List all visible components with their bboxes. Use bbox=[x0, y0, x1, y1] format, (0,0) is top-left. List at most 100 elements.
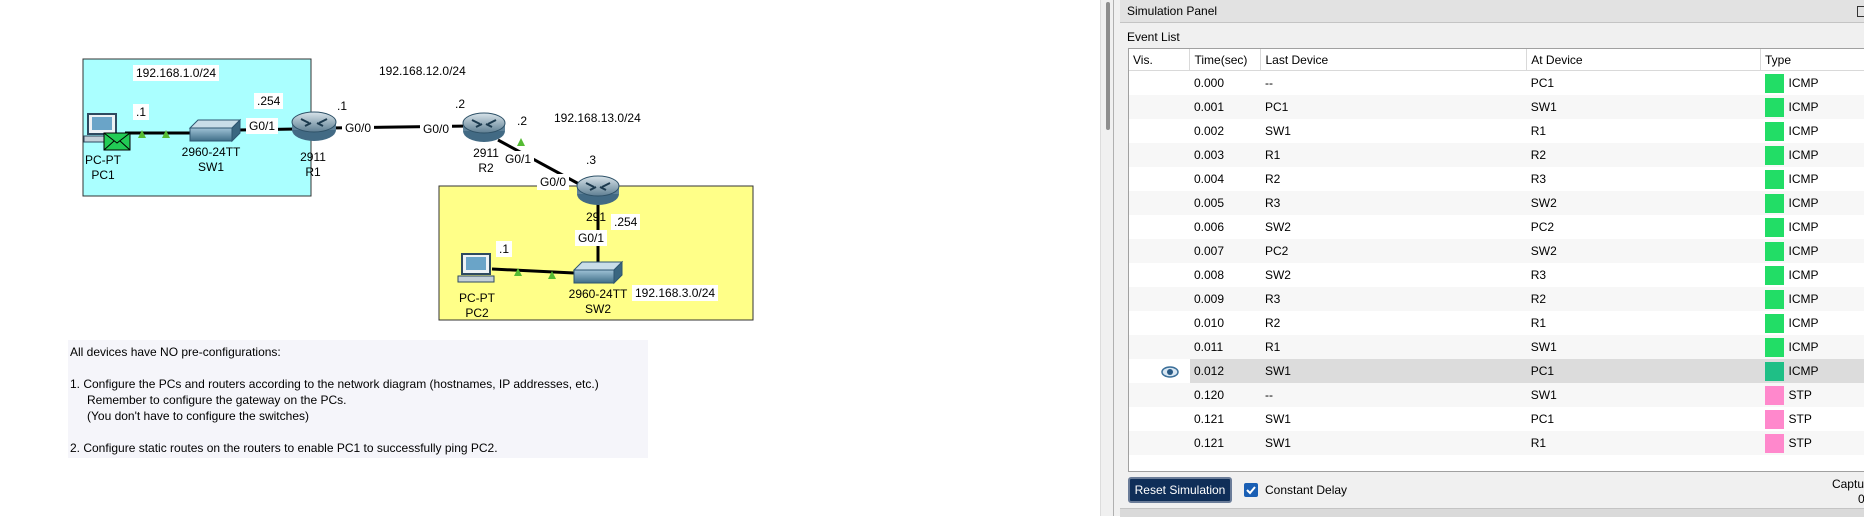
event-visibility-cell[interactable] bbox=[1129, 215, 1190, 239]
r2-router-icon[interactable] bbox=[462, 112, 506, 142]
column-header-vis[interactable]: Vis. bbox=[1129, 49, 1191, 71]
event-row[interactable]: 0.011 R1 SW1 ICMP bbox=[1129, 335, 1864, 359]
event-row[interactable]: 0.008 SW2 R3 ICMP bbox=[1129, 263, 1864, 287]
event-color-swatch[interactable] bbox=[1764, 193, 1784, 213]
event-row[interactable]: 0.121 SW1 R1 STP bbox=[1129, 431, 1864, 455]
event-type-cell: ICMP bbox=[1761, 119, 1864, 143]
event-color-swatch[interactable] bbox=[1764, 241, 1784, 261]
event-last-device: -- bbox=[1264, 76, 1273, 90]
event-visibility-cell[interactable] bbox=[1129, 407, 1190, 431]
event-visibility-cell[interactable] bbox=[1129, 431, 1190, 455]
event-type-cell: ICMP bbox=[1760, 191, 1864, 215]
event-visibility-cell[interactable] bbox=[1129, 191, 1190, 215]
event-color-swatch[interactable] bbox=[1764, 361, 1784, 381]
event-color-swatch[interactable] bbox=[1764, 217, 1784, 237]
pc1-name: PC1 bbox=[91, 168, 115, 182]
event-row[interactable]: 0.003 R1 R2 ICMP bbox=[1129, 143, 1864, 167]
event-last-device: SW1 bbox=[1260, 431, 1527, 455]
event-visibility-cell[interactable] bbox=[1129, 263, 1190, 287]
r3-router-icon[interactable] bbox=[576, 175, 620, 205]
event-type-cell: ICMP bbox=[1760, 335, 1864, 359]
event-type-cell: ICMP bbox=[1761, 71, 1864, 96]
event-color-swatch[interactable] bbox=[1764, 73, 1784, 93]
column-header-time[interactable]: Time(sec) bbox=[1189, 49, 1262, 71]
event-visibility-cell[interactable] bbox=[1129, 359, 1190, 383]
event-type: ICMP bbox=[1788, 76, 1819, 90]
scrollbar-thumb[interactable] bbox=[1106, 2, 1110, 130]
event-last-device: R3 bbox=[1260, 287, 1527, 311]
event-color-swatch[interactable] bbox=[1764, 433, 1784, 453]
event-color-swatch[interactable] bbox=[1764, 145, 1784, 165]
event-color-swatch[interactable] bbox=[1764, 313, 1784, 333]
pc2-icon[interactable] bbox=[457, 253, 495, 283]
event-visibility-cell[interactable] bbox=[1129, 71, 1190, 96]
event-visibility-cell[interactable] bbox=[1129, 335, 1190, 359]
event-color-swatch[interactable] bbox=[1764, 169, 1784, 189]
event-type: ICMP bbox=[1788, 316, 1819, 330]
event-visibility-cell[interactable] bbox=[1129, 383, 1190, 407]
event-type-cell: ICMP bbox=[1761, 263, 1864, 287]
event-time: 0.120 bbox=[1189, 383, 1261, 407]
constant-delay-label[interactable]: Constant Delay bbox=[1265, 483, 1347, 497]
event-at-device: R3 bbox=[1530, 268, 1547, 282]
event-type-cell: ICMP bbox=[1761, 215, 1864, 239]
event-visibility-cell[interactable] bbox=[1129, 95, 1190, 119]
sw1-icon[interactable] bbox=[188, 118, 242, 143]
event-row[interactable]: 0.002 SW1 R1 ICMP bbox=[1129, 119, 1864, 143]
event-last-device: R1 bbox=[1260, 335, 1527, 359]
event-last-device: SW2 bbox=[1264, 220, 1291, 234]
event-row[interactable]: 0.004 R2 R3 ICMP bbox=[1129, 167, 1864, 191]
event-last-device: SW1 bbox=[1260, 359, 1527, 383]
event-type: ICMP bbox=[1788, 268, 1819, 282]
event-last-device: PC2 bbox=[1260, 239, 1527, 263]
event-visibility-cell[interactable] bbox=[1129, 239, 1190, 263]
event-at-device: PC1 bbox=[1530, 76, 1555, 90]
event-visibility-cell[interactable] bbox=[1129, 143, 1190, 167]
event-color-swatch[interactable] bbox=[1764, 409, 1784, 429]
event-type: ICMP bbox=[1788, 220, 1819, 234]
column-header-at-device[interactable]: At Device bbox=[1526, 49, 1762, 71]
event-row[interactable]: 0.005 R3 SW2 ICMP bbox=[1129, 191, 1864, 215]
panel-divider[interactable] bbox=[1113, 0, 1114, 516]
event-row[interactable]: 0.000 -- PC1 ICMP bbox=[1129, 71, 1864, 96]
event-row[interactable]: 0.121 SW1 PC1 STP bbox=[1129, 407, 1864, 431]
column-header-type[interactable]: Type bbox=[1760, 49, 1864, 71]
event-row[interactable]: 0.006 SW2 PC2 ICMP bbox=[1129, 215, 1864, 239]
undock-icon[interactable] bbox=[1857, 6, 1864, 17]
link12-network-label: 192.168.12.0/24 bbox=[376, 63, 469, 79]
event-time: 0.000 bbox=[1193, 76, 1225, 90]
instructions-note[interactable]: All devices have NO pre-configurations: … bbox=[68, 340, 648, 458]
constant-delay-checkbox[interactable] bbox=[1244, 483, 1258, 497]
event-row[interactable]: 0.001 PC1 SW1 ICMP bbox=[1129, 95, 1864, 119]
topology-canvas[interactable] bbox=[0, 0, 1100, 340]
event-list-title: Event List bbox=[1127, 30, 1180, 44]
column-header-last-device[interactable]: Last Device bbox=[1260, 49, 1528, 71]
event-color-swatch[interactable] bbox=[1764, 385, 1784, 405]
eye-icon[interactable] bbox=[1161, 366, 1179, 378]
event-row[interactable]: 0.009 R3 R2 ICMP bbox=[1129, 287, 1864, 311]
simulation-panel: Simulation Panel Event List Vis. Time(se… bbox=[1120, 0, 1864, 517]
event-at-device: SW1 bbox=[1526, 383, 1761, 407]
event-visibility-cell[interactable] bbox=[1129, 287, 1190, 311]
event-color-swatch[interactable] bbox=[1764, 265, 1784, 285]
event-visibility-cell[interactable] bbox=[1129, 311, 1190, 335]
envelope-icon[interactable] bbox=[103, 132, 131, 151]
r1-router-icon[interactable] bbox=[291, 111, 337, 141]
event-at-device: R3 bbox=[1530, 172, 1547, 186]
reset-simulation-button[interactable]: Reset Simulation bbox=[1128, 477, 1232, 503]
event-color-swatch[interactable] bbox=[1764, 289, 1784, 309]
sw2-name: SW2 bbox=[584, 302, 612, 316]
event-list-table[interactable]: Vis. Time(sec) Last Device At Device Typ… bbox=[1128, 48, 1864, 472]
event-color-swatch[interactable] bbox=[1764, 121, 1784, 141]
event-row[interactable]: 0.120 -- SW1 STP bbox=[1129, 383, 1864, 407]
workspace-scrollbar[interactable] bbox=[1100, 0, 1120, 516]
event-visibility-cell[interactable] bbox=[1129, 119, 1190, 143]
event-row[interactable]: 0.007 PC2 SW2 ICMP bbox=[1129, 239, 1864, 263]
event-color-swatch[interactable] bbox=[1764, 337, 1784, 357]
event-row[interactable]: 0.012 SW1 PC1 ICMP bbox=[1129, 359, 1864, 383]
logical-workspace[interactable]: 192.168.1.0/24 192.168.12.0/24 192.168.1… bbox=[0, 0, 1100, 516]
event-color-swatch[interactable] bbox=[1764, 97, 1784, 117]
event-visibility-cell[interactable] bbox=[1129, 167, 1190, 191]
sw2-icon[interactable] bbox=[572, 260, 624, 285]
event-row[interactable]: 0.010 R2 R1 ICMP bbox=[1129, 311, 1864, 335]
